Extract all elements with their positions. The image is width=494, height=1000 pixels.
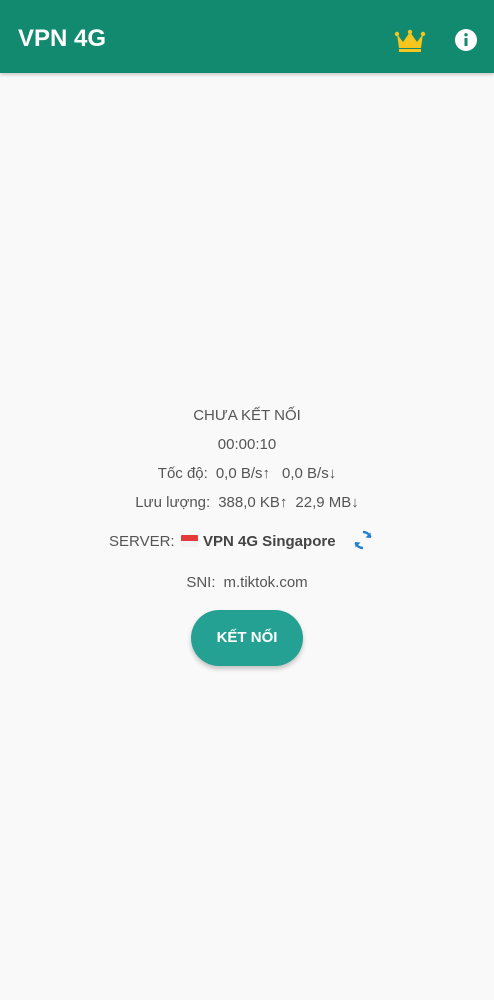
connection-status: CHƯA KẾT NỐI xyxy=(193,407,301,424)
connection-timer: 00:00:10 xyxy=(217,436,277,453)
crown-icon[interactable] xyxy=(394,28,426,54)
traffic-download: 22,9 MB↓ xyxy=(295,494,359,511)
sni-row: SNI: m.tiktok.com xyxy=(0,574,494,591)
sni-value: m.tiktok.com xyxy=(223,574,308,591)
app-bar: VPN 4G xyxy=(0,0,494,73)
traffic-row: Lưu lượng: 388,0 KB↑ 22,9 MB↓ xyxy=(0,494,494,511)
info-icon[interactable] xyxy=(454,28,478,52)
singapore-flag-icon xyxy=(181,535,198,547)
sni-label: SNI: xyxy=(186,574,216,591)
speed-label: Tốc độ: xyxy=(157,465,208,482)
speed-row: Tốc độ: 0,0 B/s↑ 0,0 B/s↓ xyxy=(0,465,494,482)
traffic-label: Lưu lượng: xyxy=(135,494,211,511)
connect-button[interactable]: KẾT NỐI xyxy=(191,610,303,666)
server-label: SERVER: xyxy=(109,533,175,550)
refresh-icon[interactable] xyxy=(351,528,375,552)
traffic-upload: 388,0 KB↑ xyxy=(218,494,288,511)
speed-upload: 0,0 B/s↑ xyxy=(215,465,271,482)
app-title: VPN 4G xyxy=(18,25,107,52)
server-name[interactable]: VPN 4G Singapore xyxy=(203,530,336,554)
speed-download: 0,0 B/s↓ xyxy=(282,465,337,482)
